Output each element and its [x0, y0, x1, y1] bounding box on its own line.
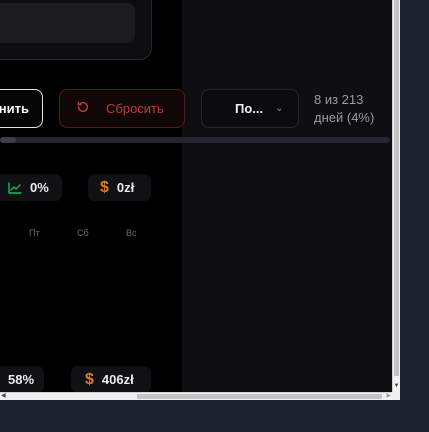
scroll-right-arrow-icon[interactable]: ▶: [386, 393, 391, 400]
progress-bar-fill: [0, 137, 16, 143]
reset-button[interactable]: Сбросить: [59, 89, 185, 128]
scrollbar-corner: [392, 392, 400, 400]
dollar-icon: $: [100, 178, 109, 196]
apply-button-label: нить: [0, 101, 29, 116]
scroll-left-arrow-icon[interactable]: ◀: [1, 393, 6, 400]
vertical-scrollbar[interactable]: ▼: [392, 0, 400, 392]
growth-stat-value: 0%: [30, 180, 49, 195]
money-stat-value: 0zł: [116, 180, 135, 195]
percent-stat: 58%: [0, 366, 44, 392]
period-select-value: По...: [235, 101, 264, 116]
vertical-scrollbar-thumb[interactable]: [394, 0, 399, 376]
right-panel: [182, 0, 392, 392]
money-total-stat-value: 406zł: [101, 372, 134, 387]
top-card-field[interactable]: [0, 3, 135, 43]
percent-stat-value: 58%: [8, 372, 35, 387]
trend-chart-icon: [8, 181, 22, 194]
weekday-label: Пт: [29, 228, 40, 238]
apply-button[interactable]: нить: [0, 89, 43, 128]
app-window: нить Сбросить По... ⌄ 8 из 213 дней (4%)…: [0, 0, 392, 392]
period-select[interactable]: По... ⌄: [201, 89, 299, 128]
weekday-label: Сб: [77, 228, 89, 238]
horizontal-scrollbar[interactable]: ◀ ▶: [0, 392, 392, 400]
progress-text: 8 из 213 дней (4%): [314, 92, 375, 125]
money-total-stat: $ 406zł: [71, 366, 151, 392]
horizontal-scrollbar-thumb[interactable]: [137, 394, 382, 399]
growth-stat: 0%: [0, 174, 62, 201]
scroll-down-arrow-icon[interactable]: ▼: [393, 383, 400, 389]
reset-button-label: Сбросить: [106, 101, 164, 116]
chevron-down-icon: ⌄: [275, 103, 284, 114]
dollar-icon: $: [85, 370, 94, 388]
weekday-label: Вс: [126, 228, 137, 238]
top-card: [0, 0, 152, 60]
rotate-ccw-icon: [76, 100, 90, 117]
money-stat: $ 0zł: [88, 174, 151, 201]
progress-bar: [0, 137, 390, 143]
